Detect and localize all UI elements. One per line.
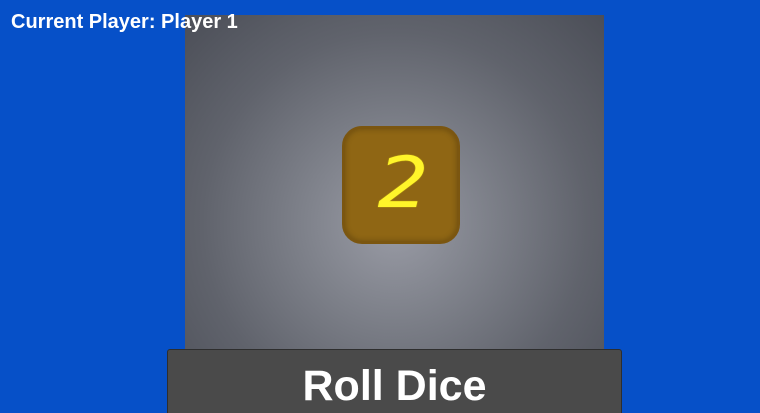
current-player-label: Current Player: Player 1 <box>11 11 238 33</box>
roll-dice-button[interactable]: Roll Dice <box>167 349 622 413</box>
dice: 2 <box>342 126 460 244</box>
dice-value: 2 <box>377 142 429 224</box>
game-screen: Current Player: Player 1 2 Roll Dice <box>0 0 760 413</box>
